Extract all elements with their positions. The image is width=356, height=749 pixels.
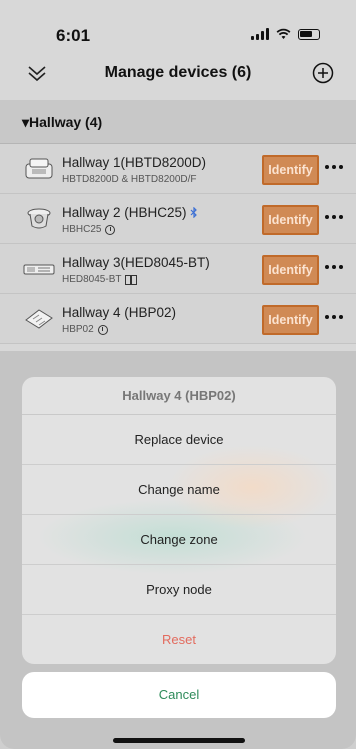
change-zone-button[interactable]: Change zone (22, 515, 336, 565)
cancel-button[interactable]: Cancel (22, 672, 336, 718)
device-list: Hallway 1(HBTD8200D) HBTD8200D & HBTD820… (0, 144, 356, 344)
identify-button[interactable]: Identify (262, 255, 319, 285)
section-header-hallway[interactable]: ▾Hallway (4) (0, 100, 356, 144)
signal-icon (251, 28, 269, 40)
device-row[interactable]: Hallway 4 (HBP02) HBP02 Identify (0, 294, 356, 344)
replace-device-button[interactable]: Replace device (22, 415, 336, 465)
phone-screen: 6:01 Manage devices (6) ▾Hallway (4) Hal… (0, 0, 356, 749)
battery-icon (298, 28, 320, 40)
reset-button[interactable]: Reset (22, 615, 336, 664)
device-model-label: HBHC25 (62, 224, 102, 235)
proxy-node-button[interactable]: Proxy node (22, 565, 336, 615)
push-button-image (25, 309, 53, 329)
action-sheet-title: Hallway 4 (HBP02) (22, 377, 336, 415)
status-bar: 6:01 (0, 0, 356, 50)
status-time: 6:01 (56, 26, 91, 45)
more-icon[interactable] (325, 315, 345, 321)
device-model-label: HBP02 (62, 324, 94, 335)
more-icon[interactable] (325, 215, 345, 221)
device-model: HBHC25 (62, 224, 116, 235)
identify-button[interactable]: Identify (262, 155, 319, 185)
device-name: Hallway 2 (HBHC25) (62, 205, 198, 220)
wifi-icon (276, 28, 291, 39)
device-row[interactable]: Hallway 3(HED8045-BT) HED8045-BT Identif… (0, 244, 356, 294)
device-model-label: HED8045-BT (62, 274, 122, 285)
more-icon[interactable] (325, 265, 345, 271)
identify-button[interactable]: Identify (262, 205, 319, 235)
identify-button[interactable]: Identify (262, 305, 319, 335)
action-sheet: Hallway 4 (HBP02) Replace device Change … (22, 377, 336, 664)
flush-sensor-image (25, 158, 53, 179)
clock-icon (105, 224, 116, 235)
clock-icon (97, 324, 108, 335)
status-icons (251, 28, 320, 40)
device-model: HED8045-BT (62, 274, 138, 285)
device-model: HBTD8200D & HBTD8200D/F (62, 174, 197, 185)
driver-image (23, 264, 55, 275)
device-model: HBP02 (62, 324, 108, 335)
device-name: Hallway 1(HBTD8200D) (62, 155, 207, 170)
device-name: Hallway 4 (HBP02) (62, 305, 177, 320)
more-icon[interactable] (325, 165, 345, 171)
change-name-button[interactable]: Change name (22, 465, 336, 515)
ceiling-sensor-image (27, 208, 51, 229)
panel-icon (125, 274, 138, 285)
page-title: Manage devices (6) (104, 64, 252, 81)
device-model-label: HBTD8200D & HBTD8200D/F (62, 174, 197, 185)
bluetooth-icon (190, 206, 198, 219)
home-indicator (113, 738, 245, 743)
add-icon[interactable] (312, 62, 334, 84)
nav-bar: Manage devices (6) (0, 52, 356, 96)
device-name: Hallway 3(HED8045-BT) (62, 255, 210, 270)
device-row[interactable]: Hallway 2 (HBHC25) HBHC25 Identify (0, 194, 356, 244)
device-row[interactable]: Hallway 1(HBTD8200D) HBTD8200D & HBTD820… (0, 144, 356, 194)
device-name-label: Hallway 2 (HBHC25) (62, 205, 187, 220)
